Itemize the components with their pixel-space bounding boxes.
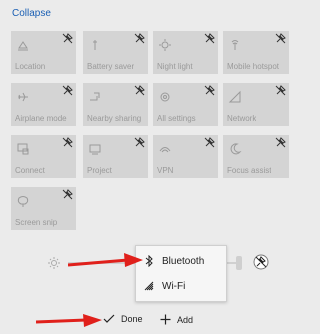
brightness-thumb[interactable] (236, 256, 242, 270)
unpin-icon[interactable] (62, 33, 73, 44)
tile-label: Nearby sharing (87, 114, 142, 123)
tile-label: Focus assist (227, 166, 272, 175)
unpin-icon[interactable] (204, 33, 215, 44)
night-light-icon (159, 39, 171, 51)
gear-icon (160, 92, 170, 102)
add-quick-action-popup: Bluetooth Wi-Fi (135, 245, 227, 302)
unpin-icon[interactable] (62, 189, 73, 200)
tile-label: Mobile hotspot (227, 62, 280, 71)
tile-nearby-sharing[interactable]: Nearby sharing (83, 83, 148, 126)
network-icon (228, 90, 241, 103)
connect-icon (17, 143, 29, 155)
tile-network[interactable]: Network (223, 83, 289, 126)
tile-screen-snip[interactable]: Screen snip (11, 187, 76, 230)
tile-label: Network (227, 114, 257, 123)
unpin-icon[interactable] (134, 85, 145, 96)
add-button[interactable]: Add (160, 314, 193, 325)
airplane-icon (18, 92, 28, 102)
tile-label: Airplane mode (15, 114, 67, 123)
tile-focus-assist[interactable]: Focus assist (223, 135, 289, 178)
tile-label: All settings (157, 114, 196, 123)
tile-label: Night light (157, 62, 193, 71)
tile-label: Project (87, 166, 112, 175)
tile-battery-saver[interactable]: Battery saver (83, 31, 148, 74)
unpin-icon[interactable] (62, 137, 73, 148)
done-label: Done (121, 314, 143, 324)
tile-label: Connect (15, 166, 45, 175)
tile-project[interactable]: Project (83, 135, 148, 178)
location-icon (18, 41, 28, 51)
quick-actions-grid: Location Battery saver Night light Mobil… (0, 0, 300, 240)
tile-connect[interactable]: Connect (11, 135, 76, 178)
project-icon (89, 144, 101, 155)
popup-item-bluetooth[interactable]: Bluetooth (144, 255, 204, 267)
tile-location[interactable]: Location (11, 31, 76, 74)
annotation-arrow-done (36, 314, 102, 327)
tile-label: VPN (157, 166, 174, 175)
vpn-icon (159, 147, 171, 153)
annotation-arrow-bluetooth (68, 253, 143, 267)
brightness-icon (48, 257, 60, 269)
tile-airplane-mode[interactable]: Airplane mode (11, 83, 76, 126)
unpin-icon[interactable] (204, 85, 215, 96)
tile-mobile-hotspot[interactable]: Mobile hotspot (223, 31, 289, 74)
tile-all-settings[interactable]: All settings (153, 83, 218, 126)
done-button[interactable]: Done (103, 314, 143, 324)
unpin-icon[interactable] (134, 137, 145, 148)
unpin-icon[interactable] (204, 137, 215, 148)
unpin-icon[interactable] (134, 33, 145, 44)
popup-item-label: Wi-Fi (162, 280, 186, 292)
unpin-icon[interactable] (275, 33, 286, 44)
tile-vpn[interactable]: VPN (153, 135, 218, 178)
screen-snip-icon (17, 196, 29, 207)
wifi-icon (144, 281, 154, 291)
unpin-icon[interactable] (275, 85, 286, 96)
tile-label: Screen snip (15, 218, 58, 227)
unpin-icon[interactable] (275, 137, 286, 148)
nearby-sharing-icon (90, 92, 100, 101)
battery-saver-icon (93, 40, 97, 50)
moon-icon (230, 143, 242, 155)
tile-night-light[interactable]: Night light (153, 31, 218, 74)
add-label: Add (177, 314, 194, 325)
tile-label: Location (15, 62, 46, 71)
unpin-icon[interactable] (62, 85, 73, 96)
mobile-hotspot-icon (231, 40, 239, 50)
plus-icon (160, 314, 171, 325)
unpin-icon[interactable] (253, 254, 269, 270)
tile-label: Battery saver (87, 62, 135, 71)
popup-item-wifi[interactable]: Wi-Fi (144, 280, 185, 292)
popup-item-label: Bluetooth (162, 255, 205, 267)
